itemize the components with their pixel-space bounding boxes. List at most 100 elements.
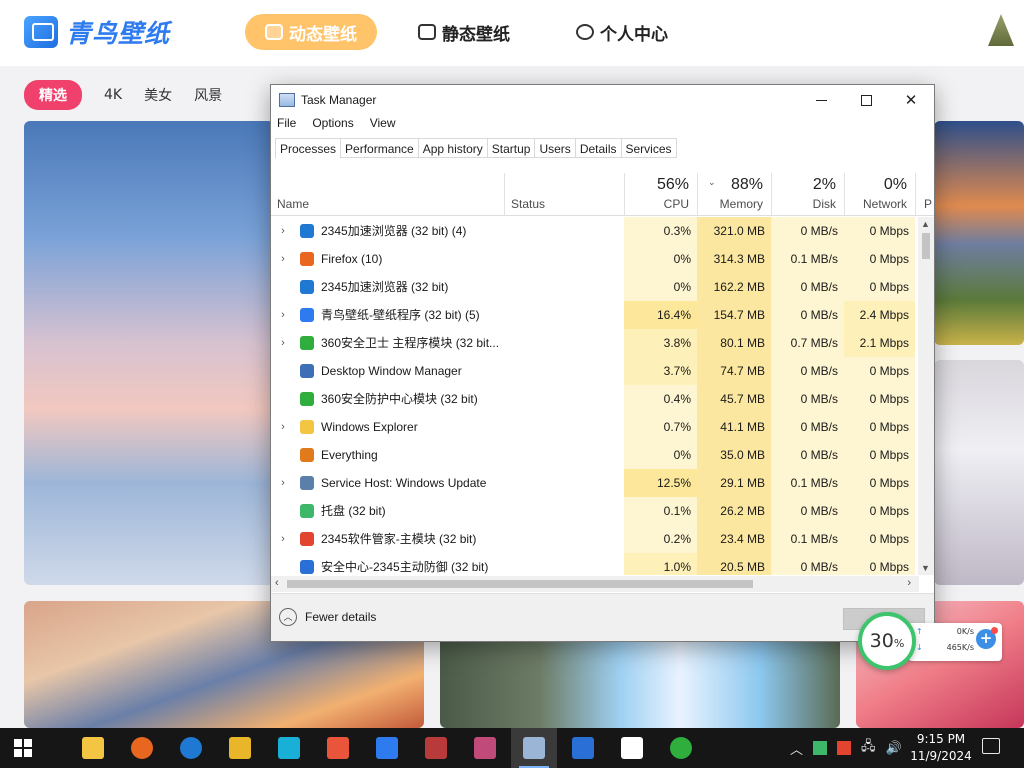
tab-users[interactable]: Users: [535, 138, 576, 158]
category-scenery[interactable]: 风景: [194, 80, 222, 110]
nav-dynamic-wallpaper[interactable]: 动态壁纸: [245, 14, 377, 50]
taskbar-app-button[interactable]: [217, 728, 263, 768]
category-4k[interactable]: 4K: [104, 82, 122, 108]
table-row[interactable]: Everything 0% 35.0 MB 0 MB/s 0 Mbps: [271, 441, 934, 469]
category-beauty[interactable]: 美女: [144, 80, 172, 110]
maximize-button[interactable]: [843, 85, 889, 115]
scroll-thumb-horizontal[interactable]: [287, 580, 753, 588]
table-row[interactable]: › Windows Explorer 0.7% 41.1 MB 0 MB/s 0 Mbps: [271, 413, 934, 441]
taskbar-app-button[interactable]: [560, 728, 606, 768]
horizontal-scrollbar[interactable]: ‹ ›: [271, 576, 919, 592]
notification-icon[interactable]: [982, 738, 1000, 754]
tray-app-icon[interactable]: [813, 741, 828, 755]
column-name[interactable]: Name: [271, 173, 504, 216]
table-row[interactable]: › 2345加速浏览器 (32 bit) (4) 0.3% 321.0 MB 0 MB/…: [271, 217, 934, 245]
vertical-scrollbar[interactable]: ▲ ▼: [918, 217, 934, 575]
wallpaper-thumbnail[interactable]: [934, 121, 1024, 345]
column-network[interactable]: 0% Network: [844, 173, 915, 216]
process-network: 0 Mbps: [844, 217, 915, 245]
taskbar-app-button[interactable]: [413, 728, 459, 768]
process-network: 0 Mbps: [844, 497, 915, 525]
table-row[interactable]: Desktop Window Manager 3.7% 74.7 MB 0 MB/s 0…: [271, 357, 934, 385]
wallpaper-thumbnail[interactable]: [934, 360, 1024, 585]
expand-chevron-icon[interactable]: ›: [277, 245, 289, 273]
category-featured[interactable]: 精选: [24, 80, 82, 110]
nav-user-center[interactable]: 个人中心: [576, 14, 668, 50]
expand-chevron-icon[interactable]: ›: [277, 525, 289, 553]
process-memory: 314.3 MB: [697, 245, 771, 273]
taskbar-app-button[interactable]: [119, 728, 165, 768]
taskbar-app-button[interactable]: [462, 728, 508, 768]
tray-app-icon[interactable]: [837, 741, 852, 755]
table-row[interactable]: › 2345软件管家-主模块 (32 bit) 0.2% 23.4 MB 0.1 MB/…: [271, 525, 934, 553]
expand-chevron-icon[interactable]: ›: [277, 329, 289, 357]
memory-usage-ring[interactable]: 30 %: [858, 612, 916, 670]
table-row[interactable]: 安全中心-2345主动防御 (32 bit) 1.0% 20.5 MB 0 MB/s 0…: [271, 553, 934, 575]
scroll-left-icon[interactable]: ‹: [275, 577, 279, 589]
menu-file[interactable]: File: [277, 116, 296, 130]
column-disk[interactable]: 2% Disk: [771, 173, 844, 216]
speed-widget[interactable]: 30 % ↑ 0K/s ↓ 465K/s +: [858, 612, 1006, 670]
menu-view[interactable]: View: [370, 116, 396, 130]
table-row[interactable]: › Firefox (10) 0% 314.3 MB 0.1 MB/s 0 Mbps: [271, 245, 934, 273]
taskbar-app-button[interactable]: [364, 728, 410, 768]
scroll-down-icon[interactable]: ▼: [921, 563, 930, 573]
software-icon: [300, 532, 314, 546]
expand-chevron-icon[interactable]: ›: [277, 469, 289, 497]
add-icon[interactable]: +: [976, 627, 998, 649]
volume-icon[interactable]: 🔊: [886, 741, 902, 756]
scroll-thumb[interactable]: [922, 233, 930, 259]
network-icon[interactable]: 🖧: [861, 737, 876, 759]
upload-speed: ↑ 0K/s: [916, 627, 974, 636]
column-status[interactable]: Status: [504, 173, 624, 216]
table-row[interactable]: 2345加速浏览器 (32 bit) 0% 162.2 MB 0 MB/s 0 Mbps: [271, 273, 934, 301]
tab-processes[interactable]: Processes: [275, 138, 342, 159]
expand-chevron-icon[interactable]: ›: [277, 217, 289, 245]
table-row[interactable]: 360安全防护中心模块 (32 bit) 0.4% 45.7 MB 0 MB/s 0 M…: [271, 385, 934, 413]
process-cpu: 3.8%: [624, 329, 697, 357]
tab-services[interactable]: Services: [621, 138, 677, 158]
taskbar-app-button[interactable]: [266, 728, 312, 768]
app-logo[interactable]: 青鸟壁纸: [24, 14, 170, 50]
process-cpu: 0.2%: [624, 525, 697, 553]
windows-icon: [14, 739, 32, 757]
expand-chevron-icon[interactable]: ›: [277, 413, 289, 441]
close-button[interactable]: ✕: [888, 85, 934, 115]
minimize-button[interactable]: [798, 85, 844, 115]
tab-app-history[interactable]: App history: [418, 138, 488, 158]
taskbar-app-button[interactable]: [168, 728, 214, 768]
clock[interactable]: 9:15 PM 11/9/2024: [906, 731, 976, 765]
title-bar[interactable]: Task Manager ✕: [271, 85, 934, 115]
tab-performance[interactable]: Performance: [341, 138, 419, 158]
taskbar-app-button[interactable]: [315, 728, 361, 768]
tab-startup[interactable]: Startup: [487, 138, 536, 158]
scroll-right-icon[interactable]: ›: [907, 577, 911, 589]
taskbar-app-button[interactable]: [609, 728, 655, 768]
column-memory[interactable]: ⌄ 88% Memory: [697, 173, 771, 216]
nav-static-wallpaper[interactable]: 静态壁纸: [418, 14, 510, 50]
expand-chevron-icon[interactable]: ›: [277, 301, 289, 329]
column-power[interactable]: P: [915, 173, 934, 216]
column-cpu[interactable]: 56% CPU: [624, 173, 697, 216]
arrow-down-icon: ↓: [916, 643, 923, 652]
scroll-up-icon[interactable]: ▲: [921, 219, 930, 229]
process-memory: 29.1 MB: [697, 469, 771, 497]
taskbar-app-button[interactable]: [658, 728, 704, 768]
table-row[interactable]: › 360安全卫士 主程序模块 (32 bit... 3.8% 80.1 MB 0.7 …: [271, 329, 934, 357]
chevron-up-icon[interactable]: ︿: [790, 739, 803, 758]
process-network: 0 Mbps: [844, 357, 915, 385]
process-network: 0 Mbps: [844, 553, 915, 575]
table-row[interactable]: › 青鸟壁纸-壁纸程序 (32 bit) (5) 16.4% 154.7 MB 0 MB…: [271, 301, 934, 329]
taskbar-app-button[interactable]: [511, 728, 557, 768]
fewer-details-button[interactable]: ︿ Fewer details: [279, 608, 376, 626]
start-button[interactable]: [0, 728, 46, 768]
wallpaper-thumbnail[interactable]: [24, 121, 274, 585]
table-row[interactable]: › Service Host: Windows Update 12.5% 29.1 M…: [271, 469, 934, 497]
table-row[interactable]: 托盘 (32 bit) 0.1% 26.2 MB 0 MB/s 0 Mbps: [271, 497, 934, 525]
download-speed: ↓ 465K/s: [916, 643, 974, 652]
tab-details[interactable]: Details: [575, 138, 622, 158]
menu-options[interactable]: Options: [312, 116, 353, 130]
avatar[interactable]: [988, 14, 1014, 46]
taskbar-app-button[interactable]: [70, 728, 116, 768]
close-icon: ✕: [904, 92, 918, 109]
